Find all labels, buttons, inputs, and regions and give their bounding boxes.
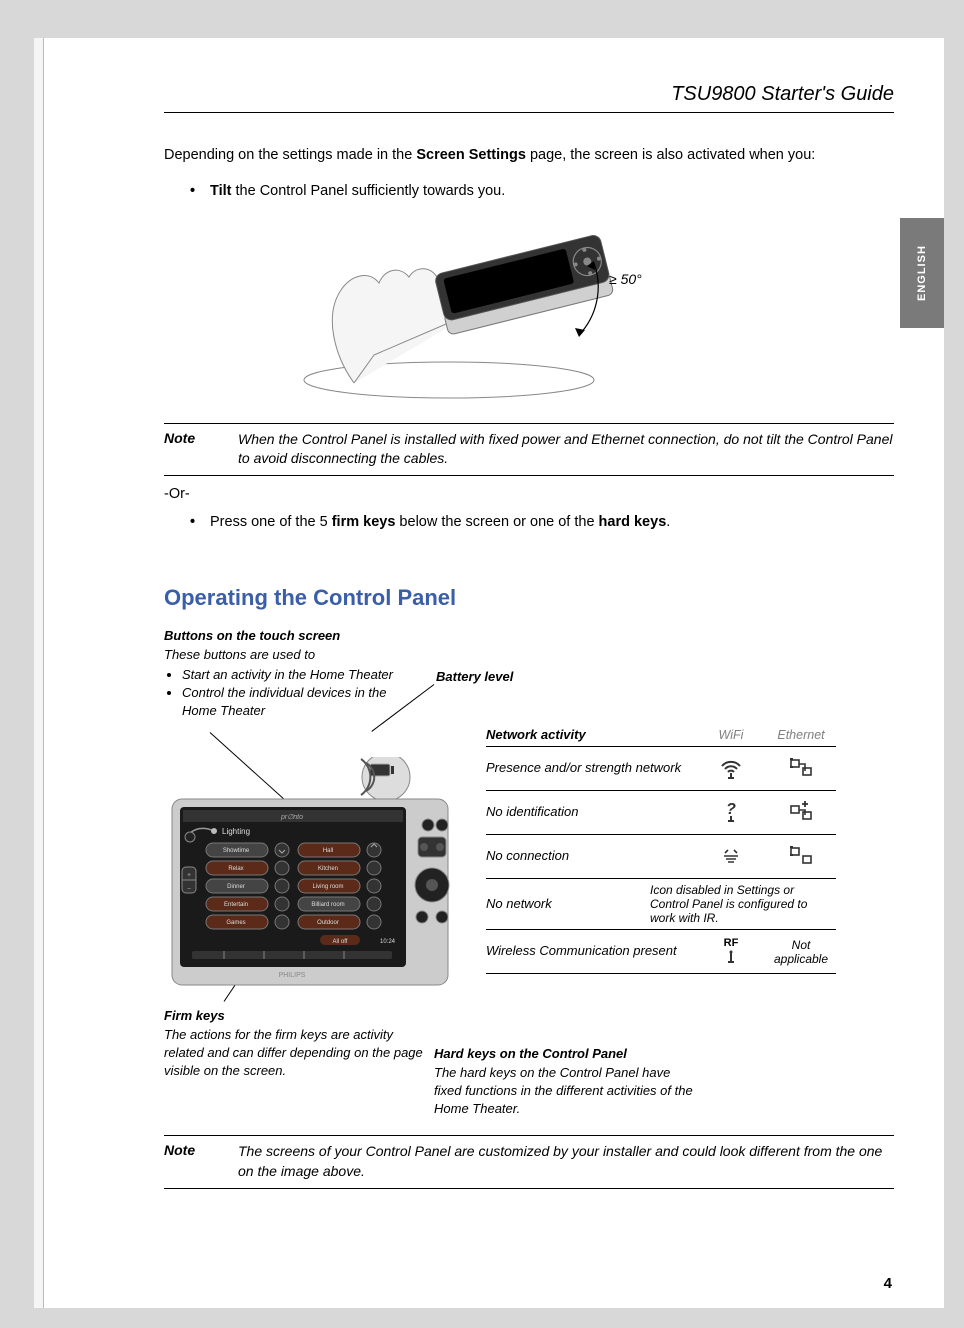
section-heading: Operating the Control Panel [164,585,894,611]
ethernet-off-icon [766,842,836,871]
svg-text:+: + [187,872,191,879]
note-customized: Note The screens of your Control Panel a… [164,1135,894,1188]
svg-text:?: ? [726,801,736,818]
svg-text:Showtime: Showtime [223,848,250,854]
svg-text:−: − [187,886,191,893]
svg-text:Hall: Hall [323,848,333,854]
bullet-firmkeys: Press one of the 5 firm keys below the s… [194,512,894,534]
ethernet-plus-icon [766,798,836,827]
or-separator: -Or- [164,486,894,502]
network-header-label: Network activity [486,727,696,742]
header-title: TSU9800 Starter's Guide [671,83,894,105]
svg-text:PHILIPS: PHILIPS [279,972,306,979]
hard-keys-callout: Hard keys on the Control Panel The hard … [434,1045,694,1118]
wifi-off-icon [696,842,766,871]
svg-text:All off: All off [333,939,348,945]
screen-title: Lighting [222,827,250,836]
device-illustration: pr∅nto Lighting Showtime Hall Relax Kitc… [170,757,450,987]
note-text: When the Control Panel is installed with… [238,430,894,469]
wifi-question-icon: ? [696,798,766,827]
tilt-threshold-label: ≥ 50° [609,271,642,287]
battery-level-callout: Battery level [436,669,513,684]
note-label: Note [164,430,238,469]
svg-text:Outdoor: Outdoor [317,920,339,926]
intro-paragraph: Depending on the settings made in the Sc… [164,145,894,167]
svg-text:Billiard room: Billiard room [311,902,344,908]
page-header: TSU9800 Starter's Guide [164,83,894,113]
manual-page: TSU9800 Starter's Guide ENGLISH Dependin… [44,38,944,1308]
wifi-column-header: WiFi [696,728,766,742]
bullet-tilt: Tilt the Control Panel sufficiently towa… [194,181,894,203]
ethernet-icon [766,754,836,783]
ethernet-column-header: Ethernet [766,728,836,742]
svg-text:Entertain: Entertain [224,902,248,908]
svg-text:Relax: Relax [228,866,243,872]
touchscreen-buttons-callout: Buttons on the touch screen These button… [164,627,394,720]
control-panel-diagram: Buttons on the touch screen These button… [164,627,894,1117]
tilt-figure: ≥ 50° [279,215,779,405]
svg-text:Living room: Living room [312,884,343,890]
note-tilt: Note When the Control Panel is installed… [164,423,894,476]
wifi-signal-icon [696,754,766,783]
page-number: 4 [884,1275,892,1292]
no-network-note: Icon disabled in Settings or Control Pan… [646,883,836,925]
rf-antenna-icon: RF [696,937,766,968]
svg-text:pr∅nto: pr∅nto [280,814,303,821]
svg-text:Dinner: Dinner [227,884,245,890]
ethernet-not-applicable: Not applicable [766,938,836,967]
svg-text:Kitchen: Kitchen [318,866,338,872]
network-activity-table: Network activity WiFi Ethernet Presence … [486,727,836,974]
firm-keys-callout: Firm keys The actions for the firm keys … [164,1007,424,1080]
svg-text:10:24: 10:24 [380,939,396,945]
svg-text:Games: Games [226,920,245,926]
language-tab: ENGLISH [900,218,944,328]
